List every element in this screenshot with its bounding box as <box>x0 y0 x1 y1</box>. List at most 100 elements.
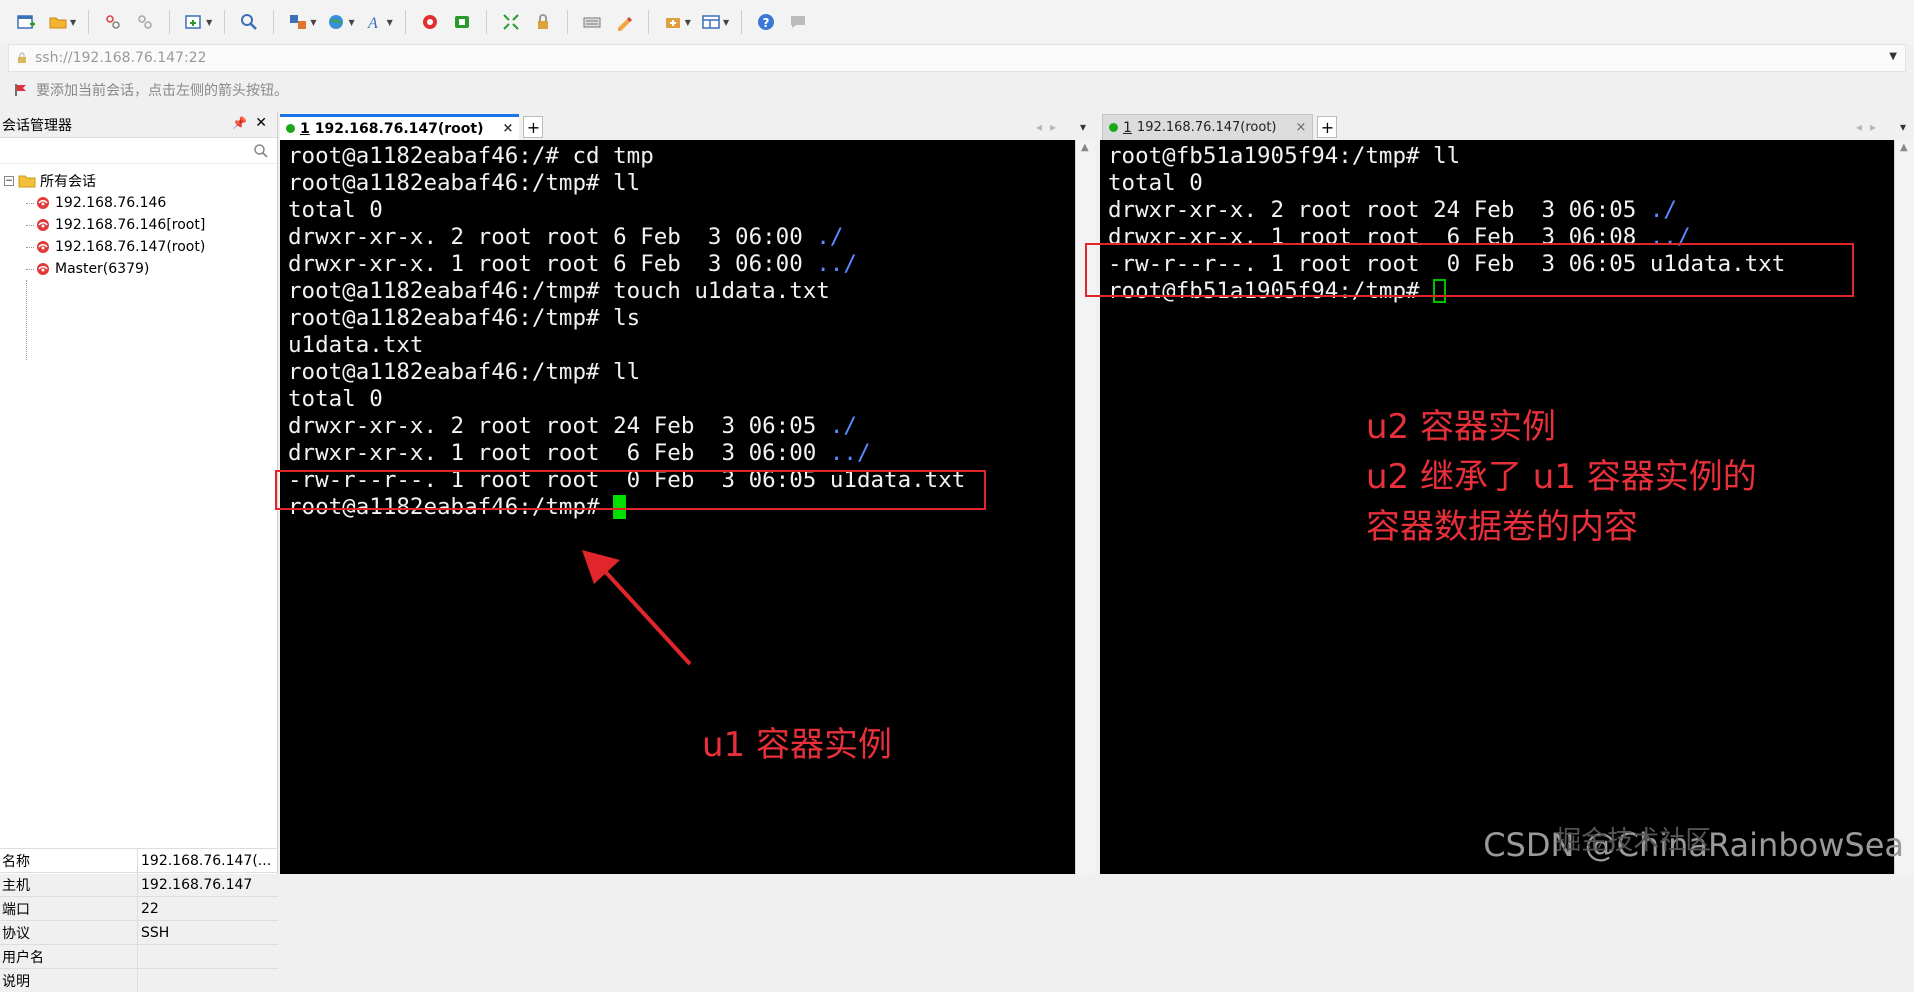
xshell-plus-icon[interactable] <box>448 8 476 36</box>
new-tab-icon[interactable] <box>180 8 208 36</box>
property-key: 端口 <box>0 897 138 920</box>
terminal-text: root@a1182eabaf46:/tmp# ls <box>288 305 640 331</box>
terminal-line: total 0 <box>288 386 1075 413</box>
session-icon <box>36 262 50 276</box>
tab-session-right[interactable]: 1 192.168.76.147(root) × <box>1102 114 1313 140</box>
session-item[interactable]: 192.168.76.147(root) <box>0 236 277 258</box>
directory-link: ../ <box>830 440 871 466</box>
right-tab-bar: 1 192.168.76.147(root) × + ◂▸ ▾ <box>1102 112 1914 140</box>
close-icon[interactable]: × <box>1296 120 1307 135</box>
tab-scroll-icon[interactable]: ◂▸ <box>1036 120 1064 134</box>
keyboard-icon[interactable] <box>578 8 606 36</box>
terminal-text: root@fb51a1905f94:/tmp# ll <box>1108 143 1460 169</box>
session-search[interactable] <box>0 138 277 164</box>
directory-link: ./ <box>816 224 843 250</box>
collapse-icon[interactable]: − <box>4 176 14 186</box>
search-icon[interactable] <box>253 143 269 159</box>
terminal-text: drwxr-xr-x. 1 root root 6 Feb 3 06:00 <box>288 440 830 466</box>
layout-icon[interactable] <box>697 8 725 36</box>
add-session-hint: 要添加当前会话，点击左侧的箭头按钮。 <box>14 78 288 102</box>
session-properties: 名称192.168.76.147(...主机192.168.76.147端口22… <box>0 848 278 992</box>
toolbar-divider <box>405 10 406 34</box>
left-tab-bar: 1 192.168.76.147(root) × + ◂▸ ▾ <box>280 112 1092 140</box>
annotation-line: u2 继承了 u1 容器实例的 <box>1366 452 1757 502</box>
chevron-down-icon[interactable]: ▼ <box>723 18 729 27</box>
property-row: 说明 <box>0 968 278 992</box>
terminal-line: drwxr-xr-x. 2 root root 24 Feb 3 06:05 .… <box>1108 197 1894 224</box>
globe-icon[interactable] <box>322 8 350 36</box>
property-key: 协议 <box>0 921 138 944</box>
session-icon <box>36 240 50 254</box>
property-row: 端口22 <box>0 896 278 920</box>
session-tree: − 所有会话 192.168.76.146 192.168.76.146[root… <box>0 164 277 280</box>
terminal-line: drwxr-xr-x. 2 root root 24 Feb 3 06:05 .… <box>288 413 1075 440</box>
reconnect-icon[interactable] <box>131 8 159 36</box>
chevron-down-icon[interactable]: ▼ <box>685 18 691 27</box>
chevron-down-icon[interactable]: ▾ <box>1080 120 1094 134</box>
close-icon[interactable]: × <box>503 121 514 136</box>
session-item[interactable]: 192.168.76.146 <box>0 192 277 214</box>
session-manager-header: 会话管理器 📌 ✕ <box>0 112 277 138</box>
tab-scroll-icon[interactable]: ◂▸ <box>1856 120 1884 134</box>
chevron-down-icon[interactable]: ▼ <box>206 18 212 27</box>
tree-root-all-sessions[interactable]: − 所有会话 <box>0 170 277 192</box>
highlight-box-left <box>275 470 986 510</box>
session-label: 192.168.76.146[root] <box>55 217 205 233</box>
chat-icon[interactable] <box>784 8 812 36</box>
tab-number: 1 <box>1123 120 1132 136</box>
font-icon[interactable]: A <box>361 8 389 36</box>
pin-icon[interactable]: 📌 <box>232 116 247 130</box>
highlight-icon[interactable] <box>610 8 638 36</box>
terminal-text: total 0 <box>288 386 383 412</box>
scroll-up-icon[interactable]: ▲ <box>1081 142 1089 153</box>
chevron-down-icon[interactable]: ▼ <box>310 18 316 27</box>
highlight-box-right <box>1085 243 1854 297</box>
fullscreen-icon[interactable] <box>497 8 525 36</box>
terminal-line: total 0 <box>288 197 1075 224</box>
tree-root-label: 所有会话 <box>40 171 96 191</box>
chevron-down-icon[interactable]: ▼ <box>387 18 393 27</box>
terminal-text: drwxr-xr-x. 2 root root 24 Feb 3 06:05 <box>1108 197 1650 223</box>
tab-session-left[interactable]: 1 192.168.76.147(root) × <box>280 114 519 140</box>
session-manager-title: 会话管理器 <box>2 115 72 135</box>
terminal-text: u1data.txt <box>288 332 423 358</box>
address-bar[interactable]: ssh://192.168.76.147:22 ▼ <box>8 44 1906 72</box>
terminal-text: root@a1182eabaf46:/tmp# ll <box>288 359 640 385</box>
search-icon[interactable] <box>235 8 263 36</box>
scrollbar-right[interactable]: ▲ <box>1894 140 1914 874</box>
xftp-icon[interactable] <box>416 8 444 36</box>
property-key: 名称 <box>0 849 138 872</box>
property-value: 22 <box>138 897 278 920</box>
session-item[interactable]: 192.168.76.146[root] <box>0 214 277 236</box>
chevron-down-icon[interactable]: ▼ <box>348 18 354 27</box>
scroll-up-icon[interactable]: ▲ <box>1900 142 1908 153</box>
disconnect-icon[interactable] <box>99 8 127 36</box>
directory-link: ./ <box>830 413 857 439</box>
close-icon[interactable]: ✕ <box>255 115 267 131</box>
session-item[interactable]: Master(6379) <box>0 258 277 280</box>
terminal-line: drwxr-xr-x. 2 root root 6 Feb 3 06:00 ./ <box>288 224 1075 251</box>
property-key: 主机 <box>0 873 138 896</box>
chevron-down-icon[interactable]: ▾ <box>1900 120 1914 134</box>
add-tab-button[interactable]: + <box>1317 116 1337 138</box>
session-icon <box>36 196 50 210</box>
open-folder-icon[interactable] <box>44 8 72 36</box>
tunnel-icon[interactable] <box>659 8 687 36</box>
property-row: 用户名 <box>0 944 278 968</box>
tree-connector <box>26 280 27 360</box>
property-value <box>138 969 278 992</box>
flag-icon[interactable] <box>14 83 28 97</box>
toolbar-divider <box>169 10 170 34</box>
terminal-line: drwxr-xr-x. 1 root root 6 Feb 3 06:00 ..… <box>288 251 1075 278</box>
terminal-line: u1data.txt <box>288 332 1075 359</box>
chevron-down-icon[interactable]: ▼ <box>70 18 76 27</box>
new-session-icon[interactable] <box>12 8 40 36</box>
transfer-icon[interactable] <box>284 8 312 36</box>
connected-status-icon <box>1109 123 1118 132</box>
annotation-u2: u2 容器实例u2 继承了 u1 容器实例的容器数据卷的内容 <box>1366 402 1757 552</box>
hint-text: 要添加当前会话，点击左侧的箭头按钮。 <box>36 80 288 100</box>
help-icon[interactable]: ? <box>752 8 780 36</box>
lock-icon[interactable] <box>529 8 557 36</box>
chevron-down-icon[interactable]: ▼ <box>1889 51 1897 62</box>
add-tab-button[interactable]: + <box>523 116 543 138</box>
